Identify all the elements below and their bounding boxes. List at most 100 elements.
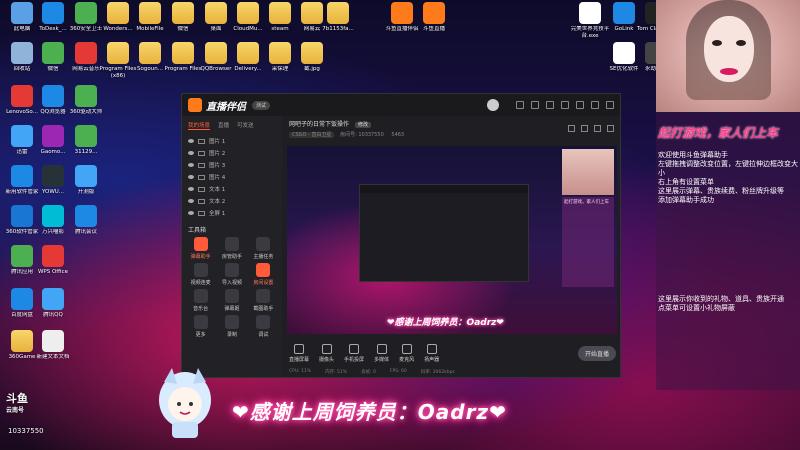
tool-button[interactable]: 房间设置 <box>249 263 278 286</box>
monitor-icon <box>294 343 304 354</box>
scene-item[interactable]: 图片 1 <box>182 135 282 147</box>
mascot-icon <box>159 368 211 438</box>
eye-icon[interactable] <box>188 139 194 143</box>
minimize-icon[interactable] <box>576 101 584 109</box>
danmu-helper-panel[interactable]: 起打游戏，家人们上车 欢迎使用斗鱼弹幕助手 左键拖拽调整改变位置，左键拉伸边框改变… <box>656 112 800 390</box>
scene-label: 图片 1 <box>209 139 226 145</box>
edit-title-button[interactable]: 修改 <box>354 122 371 128</box>
share-icon[interactable] <box>607 125 614 132</box>
scene-label: 全屏 1 <box>209 211 226 217</box>
microphone-button[interactable]: 麦克风 <box>399 343 414 363</box>
go-live-button[interactable]: 开始直播 <box>577 345 616 361</box>
overlay-room-number: 10337550 <box>8 427 44 435</box>
source-icon <box>198 210 205 216</box>
desktop-icon[interactable]: 截.jpg <box>292 42 332 73</box>
desktop-icon-label: 新建文本文档 <box>36 354 70 360</box>
desktop-icon[interactable]: 斗鱼直播 <box>414 2 454 33</box>
tool-button[interactable]: 截图助手 <box>249 289 278 312</box>
scene-item[interactable]: 文本 2 <box>182 195 282 207</box>
version-badge: 测试 <box>252 100 271 110</box>
lock-icon[interactable] <box>568 125 575 132</box>
app-icon <box>11 205 33 227</box>
center-panel: 网吧子的日常下饭操作 修改 CSGO - 直白卫星 房间号: 10337550 … <box>283 116 622 377</box>
settings-icon[interactable] <box>546 101 554 109</box>
tab-sendable[interactable]: 可发送 <box>237 121 254 130</box>
maximize-icon[interactable] <box>591 101 599 109</box>
category-tag[interactable]: CSGO - 直白卫星 <box>289 132 335 138</box>
desktop-icon[interactable]: 7b1153fa... <box>318 2 358 33</box>
eye-icon[interactable] <box>188 187 194 191</box>
desktop-icon[interactable]: 腾讯会议 <box>66 205 106 236</box>
multimedia-button[interactable]: 多媒体 <box>374 343 389 363</box>
app-icon <box>42 288 64 310</box>
tab-my-scenes[interactable]: 我的场景 <box>188 121 211 130</box>
menu-icon[interactable] <box>561 101 569 109</box>
tool-button[interactable]: 更多 <box>186 315 215 338</box>
eye-icon[interactable] <box>188 163 194 167</box>
user-avatar[interactable] <box>487 99 499 111</box>
tool-label: 房间设置 <box>253 280 274 286</box>
tab-live[interactable]: 直播 <box>218 121 229 130</box>
desktop-icon[interactable]: 腾讯QQ <box>33 288 73 319</box>
desktop-icon[interactable]: 开测版 <box>66 165 106 196</box>
scene-item[interactable]: 图片 4 <box>182 171 282 183</box>
help-line: 点菜单可设置小礼物屏蔽 <box>658 304 735 312</box>
cam-caption: 起打游戏，家人们上车 <box>658 126 779 140</box>
desktop-icon[interactable]: 新建文本文档 <box>33 330 73 361</box>
message-icon[interactable] <box>531 101 539 109</box>
desktop-icon[interactable]: WPS Office <box>33 245 73 276</box>
media-icon <box>376 343 387 354</box>
tool-button[interactable]: 录制 <box>217 315 246 338</box>
stream-preview[interactable]: 起打游戏，家人们上车 ❤感谢上周饲养员：Oadrz❤ <box>287 146 617 334</box>
tool-button[interactable]: 导入视频 <box>217 263 246 286</box>
tool-label: 房管助手 <box>221 254 242 260</box>
tool-button[interactable]: 音乐台 <box>186 289 215 312</box>
desktop-icon-label: WPS Office <box>37 269 69 275</box>
camera-button[interactable]: 摄像头 <box>319 343 334 363</box>
scene-item[interactable]: 图片 2 <box>182 147 282 159</box>
desktop-icon[interactable]: 360驱动大师 <box>66 85 106 116</box>
phone-cast-button[interactable]: 手机投屏 <box>344 343 364 363</box>
app-icon <box>42 165 64 187</box>
tool-label: 导入视频 <box>221 280 242 286</box>
eye-icon[interactable] <box>188 199 194 203</box>
toolbox-grid: 弹幕助手 房管助手 主播任务视频连麦 导入视频 房间设置音乐台 弹幕姬 截图助手更多 录制 调试 <box>182 237 282 338</box>
scene-label: 图片 4 <box>209 175 226 181</box>
tool-button[interactable]: 弹幕助手 <box>186 237 215 260</box>
gift-icon[interactable] <box>581 125 588 132</box>
app-icon <box>42 205 64 227</box>
help-text-bottom: 这里展示你收到的礼物、道具、贵族开通 点菜单可设置小礼物屏蔽 <box>658 295 798 313</box>
app-icon <box>613 2 635 24</box>
desktop-icon[interactable]: 31129... <box>66 125 106 156</box>
screen-capture-button[interactable]: 直播屏幕 <box>289 343 309 363</box>
streaming-app-window: 直播伴侣 测试 我的场景 直播 可发送 图片 1 图片 2 图片 3 图片 4 文本 1… <box>181 93 621 378</box>
tool-icon <box>193 289 208 303</box>
eye-icon[interactable] <box>188 175 194 179</box>
layout-icon[interactable] <box>594 125 601 132</box>
eye-icon[interactable] <box>188 151 194 155</box>
app-icon <box>11 245 33 267</box>
room-info: 网吧子的日常下饭操作 修改 CSGO - 直白卫星 房间号: 10337550 … <box>283 116 622 144</box>
left-panel: 我的场景 直播 可发送 图片 1 图片 2 图片 3 图片 4 文本 1 文本 2 全屏 1… <box>182 116 282 377</box>
eye-icon[interactable] <box>188 211 194 215</box>
scene-item[interactable]: 全屏 1 <box>182 207 282 219</box>
tool-button[interactable]: 房管助手 <box>217 237 246 260</box>
camera-icon <box>321 343 332 354</box>
tool-button[interactable]: 视频连麦 <box>186 263 215 286</box>
speaker-button[interactable]: 扬声器 <box>424 343 439 363</box>
scene-label: 图片 2 <box>209 151 226 157</box>
tool-button[interactable]: 调试 <box>249 315 278 338</box>
close-icon[interactable] <box>606 101 614 109</box>
scene-item[interactable]: 图片 3 <box>182 159 282 171</box>
app-icon <box>11 2 33 24</box>
tool-label: 截图助手 <box>253 306 274 312</box>
tool-button[interactable]: 弹幕姬 <box>217 289 246 312</box>
preview-banner: ❤感谢上周饲养员：Oadrz❤ <box>387 318 504 328</box>
room-number: 房间号: 10337550 <box>340 132 384 138</box>
status-line: CPU: 11% 内存: 51% 丢帧: 0 FPS: 60 码率: 3062kbps <box>283 369 622 375</box>
tool-icon <box>193 237 208 251</box>
skin-icon[interactable] <box>516 101 524 109</box>
app-icon <box>11 125 33 147</box>
tool-button[interactable]: 主播任务 <box>249 237 278 260</box>
scene-item[interactable]: 文本 1 <box>182 183 282 195</box>
